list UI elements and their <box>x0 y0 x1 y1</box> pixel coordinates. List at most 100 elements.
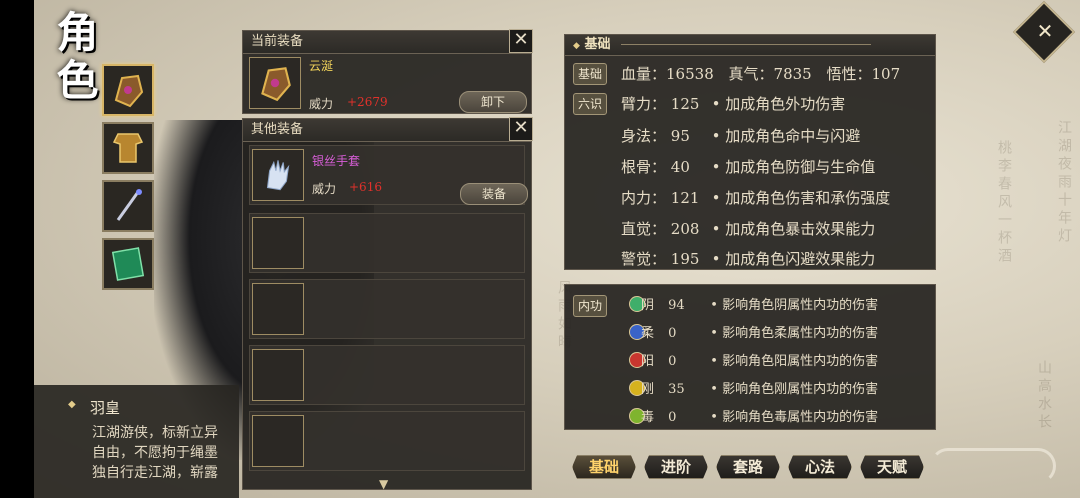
list-item[interactable]: 银丝手套 威力 +616 装备 <box>249 145 528 205</box>
other-equip-panel: 其他装备 ✕ 银丝手套 威力 +616 装备 ▼ <box>242 117 533 491</box>
neigong-char: 刚 <box>641 382 655 397</box>
neigong-char: 阳 <box>641 354 655 369</box>
stat-desc: • 加成角色闪避效果能力 <box>711 250 876 268</box>
hp-label: 血量： <box>621 65 667 83</box>
stat-desc: • 加成角色命中与闪避 <box>711 127 861 145</box>
neigong-value: 35 <box>668 382 685 397</box>
empty-slot <box>252 349 304 401</box>
close-current-button[interactable]: ✕ <box>509 29 533 53</box>
neigong-row: 刚 35 • 影响角色刚属性内功的伤害 <box>641 378 878 397</box>
equip-slot-weapon[interactable] <box>102 180 154 232</box>
stat-row: 内力： 121 • 加成角色伤害和承伤强度 <box>621 187 890 208</box>
stat-value: 195 <box>670 250 700 268</box>
tag-basic: 基础 <box>573 63 608 85</box>
neigong-char: 柔 <box>641 326 655 341</box>
diamond-icon: ◆ <box>573 41 580 51</box>
neigong-value: 0 <box>668 354 677 369</box>
basics-header: ◆ 基础 <box>565 35 935 56</box>
stat-value: 95 <box>670 127 690 145</box>
hp-value: 16538 <box>666 65 714 83</box>
character-desc-line: 自由，不愿拘于绳墨 <box>92 445 218 461</box>
stat-row: 身法： 95 • 加成角色命中与闪避 <box>621 125 860 146</box>
neigong-value: 0 <box>668 410 677 425</box>
stat-value: 121 <box>670 189 700 207</box>
list-item-empty[interactable] <box>249 279 525 339</box>
stat-value: 125 <box>670 95 700 113</box>
equip-slot-gauntlet[interactable] <box>102 64 154 116</box>
current-power-label: 威力 <box>309 97 334 111</box>
qi-value: 7835 <box>773 65 812 83</box>
other-power-value: +616 <box>349 180 382 194</box>
list-item-empty[interactable] <box>249 345 525 405</box>
gauntlet-icon <box>114 74 144 108</box>
header-divider <box>621 44 871 45</box>
list-item-empty[interactable] <box>249 411 525 471</box>
neigong-char: 阴 <box>641 298 655 313</box>
character-info: ◆ 羽皇 江湖游侠，标新立异 自由，不愿拘于绳墨 独自行走江湖，崭露 <box>34 385 239 498</box>
unequip-button[interactable]: 卸下 <box>459 91 527 113</box>
neigong-row: 毒 0 • 影响角色毒属性内功的伤害 <box>641 406 878 425</box>
scroll-down-icon[interactable]: ▼ <box>379 477 388 491</box>
list-item-empty[interactable] <box>249 213 525 273</box>
other-equip-header: 其他装备 <box>243 119 531 142</box>
stat-value: 208 <box>670 220 700 238</box>
empty-slot <box>252 283 304 335</box>
empty-slot <box>252 217 304 269</box>
equip-button[interactable]: 装备 <box>460 183 528 205</box>
stat-row: 直觉： 208 • 加成角色暴击效果能力 <box>621 218 875 239</box>
character-desc-line: 独自行走江湖，崭露 <box>92 465 218 481</box>
current-equip-header: 当前装备 <box>243 31 531 54</box>
stat-row: 警觉： 195 • 加成角色闪避效果能力 <box>621 248 875 269</box>
neigong-panel: 内功 阴 94 • 影响角色阴属性内功的伤害 柔 0 • 影响角色柔属性内功的伤… <box>564 284 936 430</box>
equip-slot-armor[interactable] <box>102 122 154 174</box>
stat-desc: • 加成角色暴击效果能力 <box>711 220 876 238</box>
current-item-name: 云涎 <box>309 59 334 73</box>
stat-desc: • 加成角色防御与生命值 <box>711 158 876 176</box>
book-icon <box>111 247 145 281</box>
stat-label: 根骨： <box>621 158 667 176</box>
armor-icon <box>112 133 144 163</box>
stat-desc: • 加成角色伤害和承伤强度 <box>711 189 891 207</box>
neigong-desc: • 影响角色刚属性内功的伤害 <box>710 382 879 397</box>
glove-icon <box>266 160 290 191</box>
neigong-value: 0 <box>668 326 677 341</box>
empty-slot <box>252 415 304 467</box>
gauntlet-icon <box>261 67 291 102</box>
current-power-value: +2679 <box>347 95 388 109</box>
neigong-char: 毒 <box>641 410 655 425</box>
stat-row: 臂力： 125 • 加成角色外功伤害 <box>621 93 845 114</box>
stat-row: 根骨： 40 • 加成角色防御与生命值 <box>621 156 875 177</box>
neigong-desc: • 影响角色柔属性内功的伤害 <box>710 326 879 341</box>
wu-label: 悟性： <box>826 65 872 83</box>
neigong-row: 柔 0 • 影响角色柔属性内功的伤害 <box>641 322 878 341</box>
stat-desc: • 加成角色外功伤害 <box>711 95 846 113</box>
page-title: 角色 <box>50 10 99 106</box>
tab-mind-method[interactable]: 心法 <box>788 455 852 479</box>
character-desc-line: 江湖游侠，标新立异 <box>92 425 218 441</box>
wu-value: 107 <box>871 65 901 83</box>
current-item-icon-box[interactable] <box>249 57 301 109</box>
equip-slot-book[interactable] <box>102 238 154 290</box>
tab-talent[interactable]: 天赋 <box>860 455 924 479</box>
tag-neigong: 内功 <box>573 295 608 317</box>
tab-advanced[interactable]: 进阶 <box>644 455 708 479</box>
tab-basic[interactable]: 基础 <box>572 455 636 479</box>
back-icon: ✕ <box>1036 19 1054 43</box>
other-power-label: 威力 <box>312 182 337 196</box>
neigong-desc: • 影响角色阳属性内功的伤害 <box>710 354 879 369</box>
current-equip-panel: 当前装备 ✕ 云涎 威力 +2679 卸下 <box>242 29 533 114</box>
close-other-button[interactable]: ✕ <box>509 117 533 141</box>
stat-label: 内力： <box>621 189 667 207</box>
stat-label: 身法： <box>621 127 667 145</box>
tag-six-senses: 六识 <box>573 93 608 115</box>
stat-label: 警觉： <box>621 250 667 268</box>
wave-ornament-icon <box>930 448 1056 484</box>
neigong-desc: • 影响角色毒属性内功的伤害 <box>710 410 879 425</box>
neigong-value: 94 <box>668 298 685 313</box>
tab-routines[interactable]: 套路 <box>716 455 780 479</box>
stat-value: 40 <box>670 158 690 176</box>
hp-stat: 血量：16538 真气：7835 悟性：107 <box>621 63 900 84</box>
basics-header-text: 基础 <box>584 37 611 52</box>
stat-label: 臂力： <box>621 95 667 113</box>
neigong-row: 阴 94 • 影响角色阴属性内功的伤害 <box>641 294 878 313</box>
